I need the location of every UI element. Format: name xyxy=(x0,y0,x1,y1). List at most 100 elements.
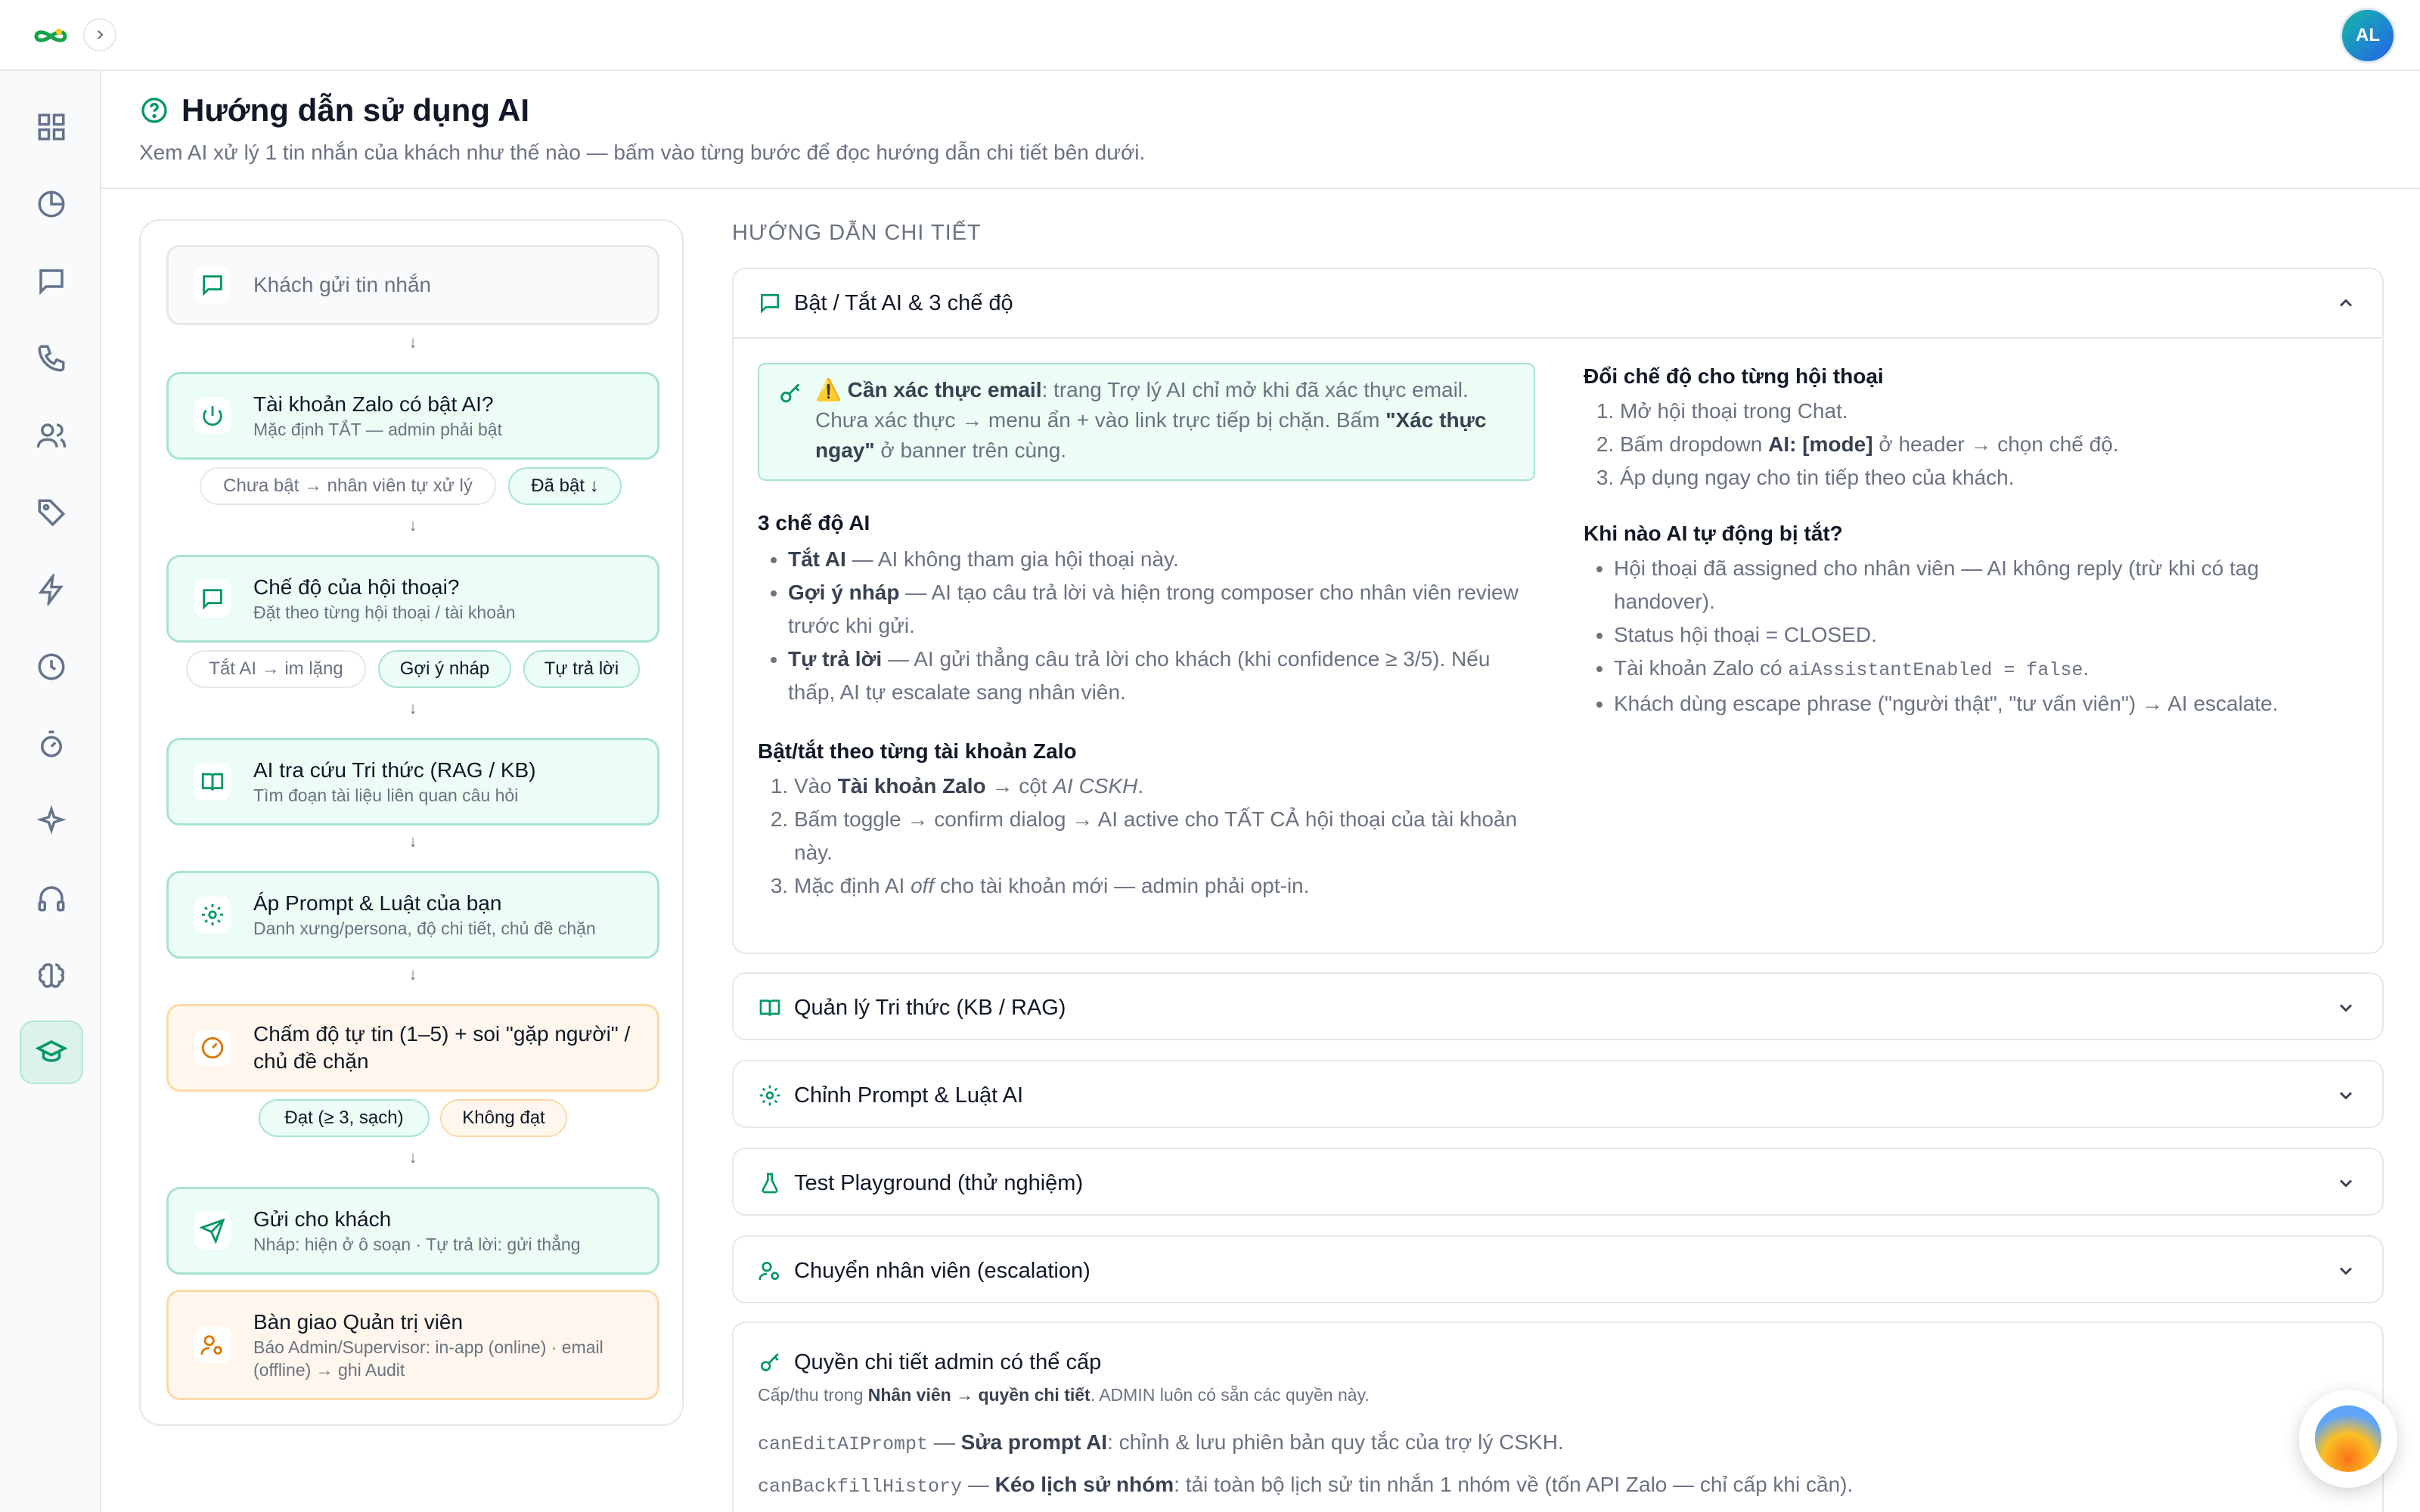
avatar[interactable]: AL xyxy=(2340,8,2396,64)
expand-sidebar-button[interactable] xyxy=(83,18,116,51)
chevron-down-icon[interactable] xyxy=(2335,997,2356,1018)
accordion-prompt-rules[interactable]: Chỉnh Prompt & Luật AI xyxy=(732,1060,2384,1128)
option-enabled[interactable]: Đã bật ↓ xyxy=(508,467,622,505)
heading-auto-off: Khi nào AI tự động bị tắt? xyxy=(1584,522,1843,545)
text: Kéo lịch sử nhóm xyxy=(994,1473,1174,1496)
code: canBackfillHistory xyxy=(758,1476,963,1498)
flow-step-customer-message[interactable]: Khách gửi tin nhắn xyxy=(166,245,659,325)
accordion-title: Chuyển nhân viên (escalation) xyxy=(794,1258,1091,1283)
option-fail[interactable]: Không đạt xyxy=(440,1099,567,1137)
top-bar: AL xyxy=(0,0,2420,71)
mode-name: Tắt AI xyxy=(788,547,846,571)
permissions-card: Quyền chi tiết admin có thể cấp Cấp/thu … xyxy=(732,1321,2384,1512)
sidebar-item-contacts[interactable] xyxy=(20,404,83,467)
text: Mặc định AI xyxy=(794,874,911,897)
accordion-header-playground[interactable]: Test Playground (thử nghiệm) xyxy=(734,1149,2382,1217)
gear-icon xyxy=(759,1085,780,1106)
flow-arrow: ↓ xyxy=(408,516,417,534)
divider xyxy=(734,337,2382,339)
text: Hội thoại đã assigned cho nhân viên — AI… xyxy=(1614,556,2260,613)
gauge-icon xyxy=(201,1036,224,1059)
accordion-title: Chỉnh Prompt & Luật AI xyxy=(794,1083,1024,1108)
accordion-header-knowledge[interactable]: Quản lý Tri thức (KB / RAG) xyxy=(734,974,2382,1042)
sidebar-item-chat[interactable] xyxy=(20,249,83,313)
option-not-enabled[interactable]: Chưa bật → nhân viên tự xử lý xyxy=(200,467,496,505)
accordion-header-escalation[interactable]: Chuyển nhân viên (escalation) xyxy=(734,1237,2382,1305)
sidebar-item-ai-guide[interactable] xyxy=(20,1021,83,1084)
permissions-title: Quyền chi tiết admin có thể cấp xyxy=(758,1350,1101,1375)
logo-icon[interactable] xyxy=(30,21,71,51)
chevron-down-icon[interactable] xyxy=(2335,1260,2356,1281)
sidebar-item-calls[interactable] xyxy=(20,327,83,390)
option-auto-reply[interactable]: Tự trả lời xyxy=(523,650,640,688)
flow-step-subtitle: Danh xưng/persona, độ chi tiết, chủ đề c… xyxy=(253,919,596,938)
flow-step-zalo-ai-enabled[interactable]: Tài khoản Zalo có bật AI? Mặc định TẮT — … xyxy=(166,372,659,460)
accordion-header-ai-modes[interactable]: Bật / Tắt AI & 3 chế độ xyxy=(734,269,2382,337)
flow-arrow: ↓ xyxy=(408,333,417,352)
list-ai-modes: Tắt AI — AI không tham gia hội thoại này… xyxy=(758,543,1537,709)
flow-step-send-to-customer[interactable]: Gửi cho khách Nháp: hiện ở ô soạn · Tự tr… xyxy=(166,1187,659,1275)
sidebar-item-reports[interactable] xyxy=(20,172,83,236)
code: canEditAIPrompt xyxy=(758,1433,929,1455)
option-pass[interactable]: Đạt (≥ 3, sạch) xyxy=(259,1099,430,1137)
flow-step-subtitle: Tìm đoạn tài liệu liên quan câu hỏi xyxy=(253,785,519,805)
accordion-playground[interactable]: Test Playground (thử nghiệm) xyxy=(732,1148,2384,1216)
option-ai-off[interactable]: Tắt AI → im lặng xyxy=(186,650,366,688)
flow-step-title: Gửi cho khách xyxy=(253,1207,392,1231)
flow-step-handover-admin[interactable]: Bàn giao Quản trị viên Báo Admin/Supervis… xyxy=(166,1290,659,1400)
chevron-right-icon xyxy=(97,29,104,40)
code: aiAssistantEnabled = false xyxy=(1788,659,2083,681)
flow-step-confidence-check[interactable]: Chấm độ tự tin (1–5) + soi "gặp người" /… xyxy=(166,1004,659,1092)
option-draft-suggestion[interactable]: Gợi ý nháp xyxy=(378,650,511,688)
phone-icon xyxy=(38,345,65,372)
text: Vào xyxy=(794,774,838,798)
flow-step-conversation-mode[interactable]: Chế độ của hội thoại? Đặt theo từng hội t… xyxy=(166,555,659,643)
tag-icon xyxy=(38,499,66,527)
permissions-subtitle: Cấp/thu trong Nhân viên → quyền chi tiết… xyxy=(758,1385,1370,1405)
sidebar-item-ai[interactable] xyxy=(20,789,83,853)
sidebar-item-support[interactable] xyxy=(20,866,83,930)
sidebar-item-history[interactable] xyxy=(20,635,83,699)
ai-flow-panel: Khách gửi tin nhắn ↓ Tài khoản Zalo có b… xyxy=(139,219,684,1426)
assistant-launcher-button[interactable] xyxy=(2299,1390,2397,1488)
flow-step-apply-prompt[interactable]: Áp Prompt & Luật của bạn Danh xưng/person… xyxy=(166,871,659,959)
text: . ADMIN luôn có sẵn các quyền này. xyxy=(1090,1385,1370,1405)
list-auto-off: Hội thoại đã assigned cho nhân viên — AI… xyxy=(1584,552,2363,720)
send-icon xyxy=(200,1218,225,1244)
flow-step-title: Chế độ của hội thoại? xyxy=(253,575,460,599)
permissions-title-text: Quyền chi tiết admin có thể cấp xyxy=(794,1350,1102,1374)
flow-step-knowledge-lookup[interactable]: AI tra cứu Tri thức (RAG / KB) Tìm đoạn t… xyxy=(166,738,659,826)
accordion-knowledge[interactable]: Quản lý Tri thức (KB / RAG) xyxy=(732,972,2384,1040)
sidebar-item-brain[interactable] xyxy=(20,943,83,1007)
sidebar xyxy=(0,71,101,1512)
flow-arrow: ↓ xyxy=(408,965,417,984)
sidebar-item-dashboard[interactable] xyxy=(20,95,83,159)
message-icon xyxy=(39,269,64,296)
flow-step-subtitle: Đặt theo từng hội thoại / tài khoản xyxy=(253,603,516,622)
sidebar-item-timer[interactable] xyxy=(20,712,83,776)
text: : tải toàn bộ lịch sử tin nhắn 1 nhóm về… xyxy=(1174,1473,1854,1496)
flow-step-title: Áp Prompt & Luật của bạn xyxy=(253,891,502,915)
flow-step-title: AI tra cứu Tri thức (RAG / KB) xyxy=(253,758,536,782)
chevron-down-icon[interactable] xyxy=(2335,1173,2356,1194)
flow-step-subtitle: Mặc định TẮT — admin phải bật xyxy=(253,420,502,439)
message-icon xyxy=(203,275,222,296)
headphones-icon xyxy=(38,886,65,912)
accordion-escalation[interactable]: Chuyển nhân viên (escalation) xyxy=(732,1235,2384,1303)
sidebar-item-tags[interactable] xyxy=(20,481,83,544)
sidebar-item-automation[interactable] xyxy=(20,558,83,621)
power-icon xyxy=(203,406,222,426)
chevron-down-icon[interactable] xyxy=(2335,1085,2356,1106)
book-icon xyxy=(759,999,780,1016)
callout-text: ở banner trên cùng. xyxy=(874,438,1067,462)
text: . xyxy=(2083,656,2090,680)
text: off xyxy=(911,874,935,897)
flow-step-title: Bàn giao Quản trị viên xyxy=(253,1310,464,1334)
clock-icon xyxy=(38,653,65,680)
flow-step-title: Tài khoản Zalo có bật AI? xyxy=(253,392,494,416)
accordion-header-prompt-rules[interactable]: Chỉnh Prompt & Luật AI xyxy=(734,1061,2382,1129)
chevron-up-icon[interactable] xyxy=(2335,293,2356,314)
page-subtitle: Xem AI xử lý 1 tin nhắn của khách như th… xyxy=(139,141,1146,164)
text: Khách dùng escape phrase ("người thật", … xyxy=(1614,692,2279,715)
page-title-text: Hướng dẫn sử dụng AI xyxy=(182,92,530,128)
